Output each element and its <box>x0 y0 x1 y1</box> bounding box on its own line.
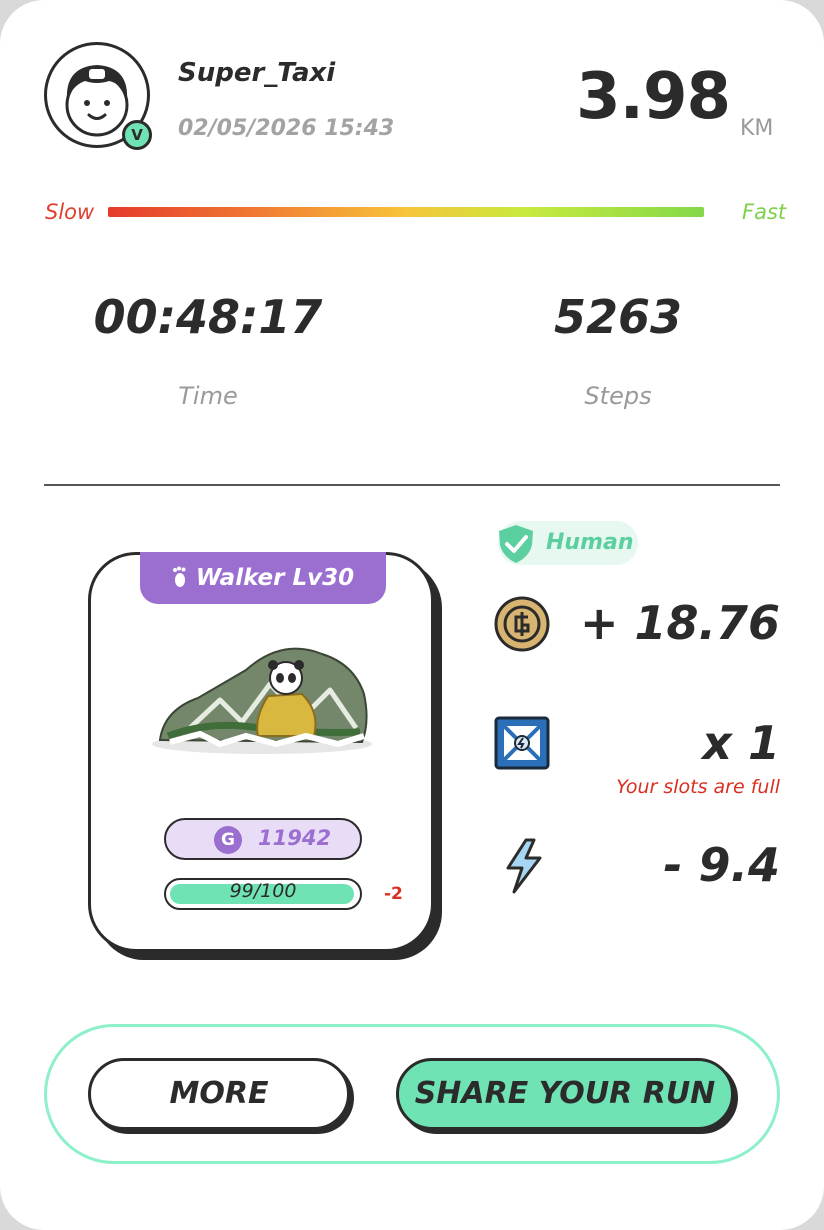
panda-sneaker-icon <box>150 632 374 768</box>
sneaker-level-label: Walker Lv30 <box>195 565 355 591</box>
shield-check-icon <box>496 523 536 569</box>
username: Super_Taxi <box>178 58 336 88</box>
energy-cost-value: - 9.4 <box>663 838 780 892</box>
footprint-icon <box>172 565 196 591</box>
sneaker-level-tab: Walker Lv30 <box>140 552 386 604</box>
distance-unit: KM <box>740 116 774 141</box>
durability-delta: -2 <box>384 884 403 904</box>
divider <box>44 484 780 486</box>
box-reward-value: x 1 <box>702 716 780 770</box>
lightning-icon <box>502 838 544 898</box>
time-value: 00:48:17 <box>93 290 323 344</box>
speed-slow-label: Slow <box>45 200 95 224</box>
speed-gradient-bar <box>108 207 704 217</box>
gst-reward-value: + 18.76 <box>579 596 780 650</box>
verified-badge: V <box>122 120 152 150</box>
more-button[interactable]: MORE <box>88 1058 350 1130</box>
mystery-box-icon <box>494 716 550 774</box>
share-run-button[interactable]: SHARE YOUR RUN <box>396 1058 734 1130</box>
distance-value: 3.98 <box>576 60 731 134</box>
slots-full-warning: Your slots are full <box>616 776 780 798</box>
steps-value: 5263 <box>553 290 683 344</box>
gmt-value: 11942 <box>258 826 332 850</box>
gmt-coin-icon: G <box>214 826 242 854</box>
gst-coin-icon <box>494 596 550 656</box>
human-label: Human <box>546 530 634 555</box>
run-datetime: 02/05/2026 15:43 <box>178 116 395 141</box>
steps-label: Steps <box>584 382 652 410</box>
durability-text: 99/100 <box>229 880 297 902</box>
time-label: Time <box>178 382 238 410</box>
speed-fast-label: Fast <box>742 200 787 224</box>
